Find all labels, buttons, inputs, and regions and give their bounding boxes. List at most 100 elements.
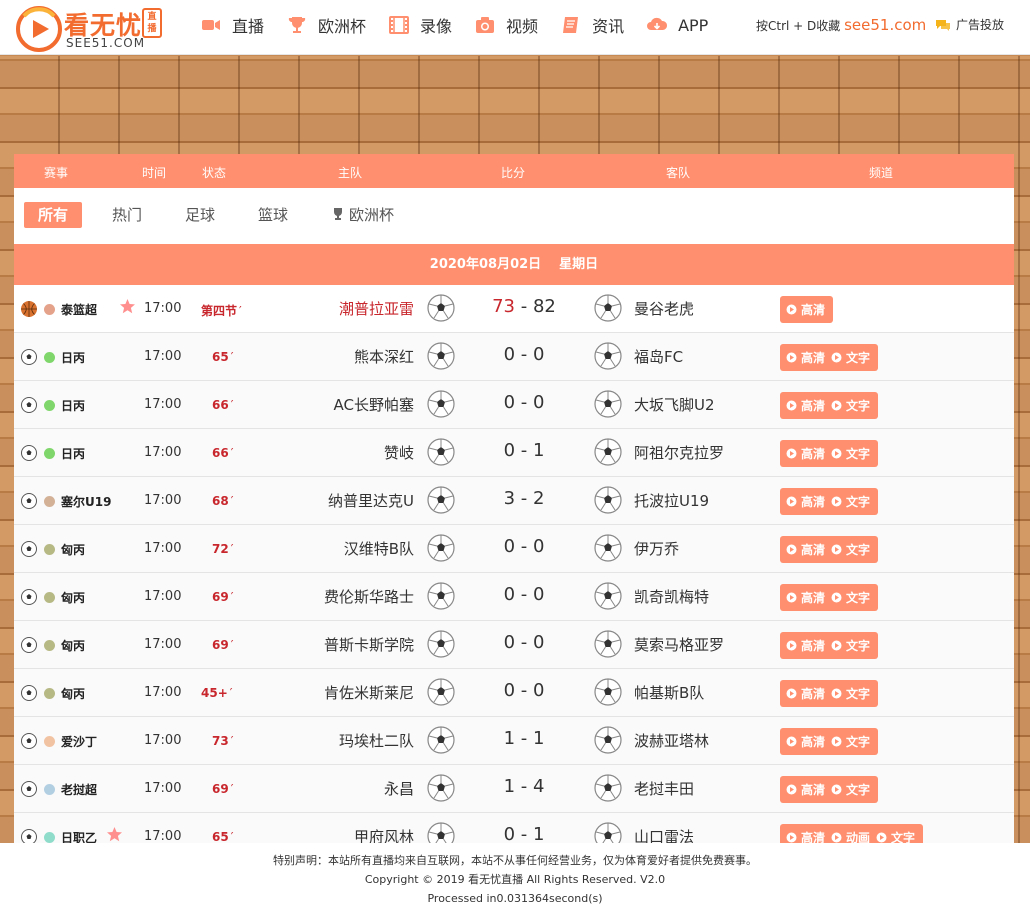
score-separator: -	[515, 392, 533, 413]
league-name[interactable]: 匈丙	[61, 541, 85, 558]
away-team-logo-icon	[592, 388, 624, 420]
channel-button[interactable]: 文字	[831, 733, 870, 750]
filter-euro-label: 欧洲杯	[349, 206, 395, 224]
star-icon[interactable]	[106, 826, 123, 843]
home-team[interactable]: AC长野帕塞	[334, 394, 414, 415]
channel-button[interactable]: 高清	[786, 301, 825, 318]
match-row[interactable]: 日丙 17:00 66 ′ 赞岐 0 - 1 阿祖尔克拉罗 高清 文字	[14, 429, 1014, 477]
match-row[interactable]: 日丙 17:00 66 ′ AC长野帕塞 0 - 0 大坂飞脚U2 高清 文字	[14, 381, 1014, 429]
channel-button[interactable]: 高清	[786, 541, 825, 558]
channel-button[interactable]: 文字	[831, 685, 870, 702]
ad-link[interactable]: 广告投放	[935, 16, 1004, 33]
match-time: 17:00	[144, 685, 182, 700]
away-team[interactable]: 凯奇凯梅特	[634, 586, 709, 607]
site-logo[interactable]: 看无忧 直播 SEE51.COM	[16, 4, 166, 52]
league-name[interactable]: 塞尔U19	[61, 493, 111, 510]
bookmark-site-link[interactable]: see51.com	[844, 16, 926, 34]
away-team[interactable]: 大坂飞脚U2	[634, 394, 715, 415]
away-team[interactable]: 曼谷老虎	[634, 298, 694, 319]
league-name[interactable]: 爱沙丁	[61, 733, 97, 750]
nav-item-news[interactable]: 资讯	[560, 0, 624, 50]
match-score: 0 - 0	[474, 536, 574, 557]
channel-button[interactable]: 高清	[786, 685, 825, 702]
channel-button[interactable]: 高清	[786, 829, 825, 844]
match-score: 0 - 1	[474, 440, 574, 461]
channel-button[interactable]: 文字	[831, 589, 870, 606]
league-name[interactable]: 日丙	[61, 445, 85, 462]
home-team[interactable]: 费伦斯华路士	[324, 586, 414, 607]
away-team[interactable]: 福岛FC	[634, 346, 683, 367]
nav-item-video[interactable]: 视频	[474, 0, 538, 50]
home-team[interactable]: 甲府风林	[354, 826, 414, 844]
channel-button[interactable]: 高清	[786, 637, 825, 654]
channel-button[interactable]: 高清	[786, 493, 825, 510]
match-score: 0 - 0	[474, 632, 574, 653]
home-team[interactable]: 普斯卡斯学院	[324, 634, 414, 655]
away-team[interactable]: 莫索马格亚罗	[634, 634, 724, 655]
nav-item-euro[interactable]: 欧洲杯	[286, 0, 366, 50]
league-name[interactable]: 泰篮超	[61, 301, 97, 318]
filter-basketball[interactable]: 篮球	[244, 202, 302, 228]
away-team[interactable]: 波赫亚塔林	[634, 730, 709, 751]
match-row[interactable]: 匈丙 17:00 69 ′ 普斯卡斯学院 0 - 0 莫索马格亚罗 高清 文字	[14, 621, 1014, 669]
league-name[interactable]: 老挝超	[61, 781, 97, 798]
league-name[interactable]: 匈丙	[61, 685, 85, 702]
channel-button[interactable]: 高清	[786, 589, 825, 606]
filter-euro[interactable]: 欧洲杯	[317, 202, 408, 228]
home-team[interactable]: 赞岐	[384, 442, 414, 463]
home-team[interactable]: 玛埃杜二队	[339, 730, 414, 751]
channel-button[interactable]: 文字	[831, 397, 870, 414]
league-name[interactable]: 日职乙	[61, 829, 97, 844]
channel-label: 文字	[846, 687, 871, 701]
home-team[interactable]: 熊本深红	[354, 346, 414, 367]
league-name[interactable]: 日丙	[61, 349, 85, 366]
home-team[interactable]: 汉维特B队	[344, 538, 414, 559]
match-row[interactable]: 塞尔U19 17:00 68 ′ 纳普里达克U 3 - 2 托波拉U19 高清 文字	[14, 477, 1014, 525]
filter-football[interactable]: 足球	[171, 202, 229, 228]
match-row[interactable]: 日职乙 17:00 65 ′ 甲府风林 0 - 1 山口雷法 高清 动画 文字	[14, 813, 1014, 844]
nav-item-live[interactable]: 直播	[200, 0, 264, 50]
home-team[interactable]: 肯佐米斯莱尼	[324, 682, 414, 703]
channel-button[interactable]: 动画	[831, 829, 870, 844]
channel-button[interactable]: 高清	[786, 445, 825, 462]
channel-button[interactable]: 高清	[786, 349, 825, 366]
away-team[interactable]: 伊万乔	[634, 538, 679, 559]
channel-button[interactable]: 高清	[786, 397, 825, 414]
match-row[interactable]: 老挝超 17:00 69 ′ 永昌 1 - 4 老挝丰田 高清 文字	[14, 765, 1014, 813]
filter-hot[interactable]: 热门	[98, 202, 156, 228]
away-team[interactable]: 阿祖尔克拉罗	[634, 442, 724, 463]
match-row[interactable]: 匈丙 17:00 45+ ′ 肯佐米斯莱尼 0 - 0 帕基斯B队 高清 文字	[14, 669, 1014, 717]
match-row[interactable]: 匈丙 17:00 69 ′ 费伦斯华路士 0 - 0 凯奇凯梅特 高清 文字	[14, 573, 1014, 621]
league-name[interactable]: 匈丙	[61, 637, 85, 654]
channel-button[interactable]: 文字	[831, 541, 870, 558]
away-team[interactable]: 帕基斯B队	[634, 682, 704, 703]
channel-button[interactable]: 文字	[831, 781, 870, 798]
away-team[interactable]: 托波拉U19	[634, 490, 709, 511]
channel-button[interactable]: 文字	[831, 349, 870, 366]
home-team[interactable]: 永昌	[384, 778, 414, 799]
match-row[interactable]: 泰篮超 17:00 第四节 ′ 潮普拉亚雷 73 - 82 曼谷老虎 高清	[14, 285, 1014, 333]
away-team[interactable]: 山口雷法	[634, 826, 694, 844]
star-icon[interactable]	[119, 298, 136, 315]
channel-button[interactable]: 高清	[786, 733, 825, 750]
channel-button[interactable]: 文字	[831, 637, 870, 654]
away-team[interactable]: 老挝丰田	[634, 778, 694, 799]
channel-button[interactable]: 高清	[786, 781, 825, 798]
league-name[interactable]: 日丙	[61, 397, 85, 414]
home-team[interactable]: 纳普里达克U	[328, 490, 414, 511]
nav-item-app[interactable]: APP	[646, 0, 708, 50]
channel-button[interactable]: 文字	[876, 829, 915, 844]
channel-button[interactable]: 文字	[831, 493, 870, 510]
match-row[interactable]: 爱沙丁 17:00 73 ′ 玛埃杜二队 1 - 1 波赫亚塔林 高清 文字	[14, 717, 1014, 765]
play-icon	[786, 352, 797, 363]
match-row[interactable]: 日丙 17:00 65 ′ 熊本深红 0 - 0 福岛FC 高清 文字	[14, 333, 1014, 381]
league-name[interactable]: 匈丙	[61, 589, 85, 606]
match-row[interactable]: 匈丙 17:00 72 ′ 汉维特B队 0 - 0 伊万乔 高清 文字	[14, 525, 1014, 573]
minute-mark: ′	[230, 734, 234, 748]
home-team[interactable]: 潮普拉亚雷	[339, 298, 414, 319]
filter-all[interactable]: 所有	[24, 202, 83, 228]
home-score: 0	[503, 584, 516, 605]
match-status: 68 ′	[212, 494, 233, 508]
channel-button[interactable]: 文字	[831, 445, 870, 462]
nav-item-replay[interactable]: 录像	[388, 0, 452, 50]
